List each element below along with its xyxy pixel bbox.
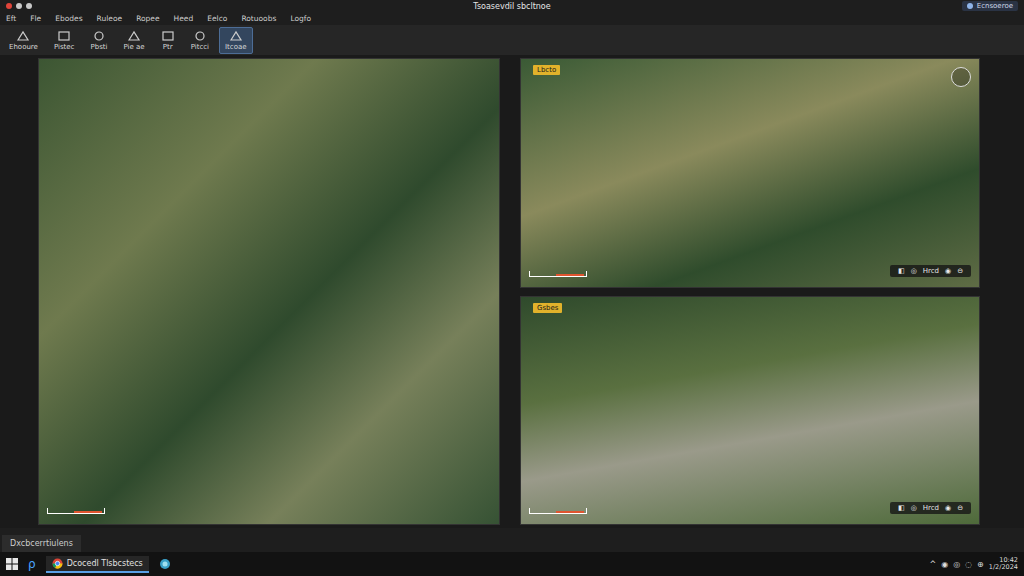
tool-icon bbox=[57, 30, 71, 42]
tool-button[interactable]: Pitcci bbox=[185, 27, 215, 54]
window-title: Tsoasevdil sbcltnoe bbox=[473, 2, 550, 11]
windows-icon[interactable] bbox=[6, 558, 18, 570]
tool-icon bbox=[161, 30, 175, 42]
app-window: Tsoasevdil sbcltnoe Ecnsoeroe Eft Fle Ebodes… bbox=[0, 0, 1024, 576]
menu-item[interactable]: Fle bbox=[30, 14, 41, 23]
view-control[interactable]: ◧ bbox=[898, 504, 905, 512]
menu-item[interactable]: Ropee bbox=[136, 14, 159, 23]
tray-item[interactable]: ⊕ bbox=[977, 560, 984, 569]
tray-item[interactable]: ◎ bbox=[953, 560, 960, 569]
clock[interactable]: 10:421/2/2024 bbox=[989, 557, 1018, 571]
menu-item[interactable]: Eelco bbox=[207, 14, 227, 23]
menu-item[interactable]: Ruleoe bbox=[97, 14, 123, 23]
side-view[interactable]: Gsbes ◧ ◎ Hrcd ◉ ⊖ bbox=[520, 296, 980, 526]
window-controls bbox=[6, 3, 473, 9]
menu-item[interactable]: Heed bbox=[174, 14, 194, 23]
view-control[interactable]: ◉ bbox=[945, 504, 951, 512]
app-icon[interactable] bbox=[159, 558, 171, 570]
scale-bar bbox=[47, 508, 105, 514]
view-badge: Lbcto bbox=[533, 65, 560, 75]
tool-button[interactable]: Pbsti bbox=[84, 27, 113, 54]
tool-icon bbox=[16, 30, 30, 42]
menu-item[interactable]: Rotuoobs bbox=[241, 14, 276, 23]
status-tab[interactable]: Dxcbcerrtiulens bbox=[2, 535, 81, 552]
menu-item[interactable]: Logfo bbox=[290, 14, 311, 23]
tool-button[interactable]: Ptr bbox=[155, 27, 181, 54]
view-control[interactable]: Hrcd bbox=[923, 504, 939, 512]
main-view[interactable] bbox=[38, 58, 500, 525]
taskbar-app[interactable]: Dcocedl Tlsbcstecs bbox=[46, 556, 149, 573]
browser-icon bbox=[52, 558, 63, 569]
tool-button[interactable]: Ehooure bbox=[3, 27, 44, 54]
view-badge: Gsbes bbox=[533, 303, 562, 313]
view-control[interactable]: ◧ bbox=[898, 267, 905, 275]
menu-item[interactable]: Eft bbox=[6, 14, 16, 23]
view-control[interactable]: ◉ bbox=[945, 267, 951, 275]
search-button[interactable]: ρ bbox=[28, 557, 36, 571]
user-icon bbox=[967, 3, 973, 9]
tray-item[interactable]: ^ bbox=[929, 560, 936, 569]
view-control[interactable]: Hrcd bbox=[923, 267, 939, 275]
menu-bar: Eft Fle Ebodes Ruleoe Ropee Heed Eelco Rotuoobs… bbox=[0, 12, 1024, 25]
tool-icon bbox=[92, 30, 106, 42]
view-control[interactable]: ⊖ bbox=[957, 267, 963, 275]
account-button[interactable]: Ecnsoeroe bbox=[962, 1, 1018, 11]
minimize-icon[interactable] bbox=[16, 3, 22, 9]
toolbar: EhoourePistecPbstiPie aePtrPitcciItcoae bbox=[0, 25, 1024, 55]
tray-item[interactable]: ◌ bbox=[965, 560, 972, 569]
compass-icon[interactable] bbox=[951, 67, 971, 87]
tool-icon bbox=[229, 30, 243, 42]
maximize-icon[interactable] bbox=[26, 3, 32, 9]
tool-button[interactable]: Itcoae bbox=[219, 27, 253, 54]
view-controls: ◧ ◎ Hrcd ◉ ⊖ bbox=[890, 265, 971, 277]
tool-button[interactable]: Pie ae bbox=[117, 27, 150, 54]
tool-icon bbox=[193, 30, 207, 42]
view-control[interactable]: ◎ bbox=[911, 504, 917, 512]
close-icon[interactable] bbox=[6, 3, 12, 9]
scale-bar bbox=[529, 508, 587, 514]
tool-icon bbox=[127, 30, 141, 42]
tray-item[interactable]: ◉ bbox=[941, 560, 948, 569]
view-control[interactable]: ◎ bbox=[911, 267, 917, 275]
menu-item[interactable]: Ebodes bbox=[55, 14, 82, 23]
view-control[interactable]: ⊖ bbox=[957, 504, 963, 512]
view-area: Lbcto ◧ ◎ Hrcd ◉ ⊖ Gsbes ◧ ◎ Hrcd ◉ ⊖ bbox=[0, 55, 1024, 528]
system-tray: ^ ◉ ◎ ◌ ⊕ 10:421/2/2024 bbox=[929, 557, 1018, 571]
view-controls: ◧ ◎ Hrcd ◉ ⊖ bbox=[890, 502, 971, 514]
status-bar: Dxcbcerrtiulens bbox=[0, 528, 1024, 552]
scale-bar bbox=[529, 271, 587, 277]
title-bar: Tsoasevdil sbcltnoe Ecnsoeroe bbox=[0, 0, 1024, 12]
tool-button[interactable]: Pistec bbox=[48, 27, 81, 54]
side-view[interactable]: Lbcto ◧ ◎ Hrcd ◉ ⊖ bbox=[520, 58, 980, 288]
taskbar: ρ Dcocedl Tlsbcstecs ^ ◉ ◎ ◌ ⊕ 10:421/2/2024 bbox=[0, 552, 1024, 576]
side-views: Lbcto ◧ ◎ Hrcd ◉ ⊖ Gsbes ◧ ◎ Hrcd ◉ ⊖ bbox=[520, 58, 980, 525]
